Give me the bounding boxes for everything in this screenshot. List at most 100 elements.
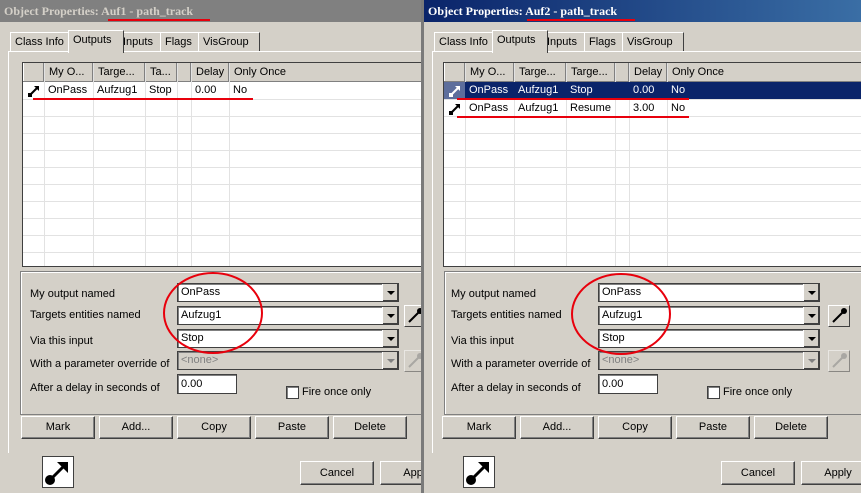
targets-label: Targets entities named (451, 309, 562, 321)
cancel-button[interactable]: Cancel (721, 461, 795, 485)
left-properties-window: Object Properties: Auf1 - path_track Cla… (0, 0, 421, 493)
annotation-underline (108, 19, 210, 21)
cell-target: Aufzug1 (97, 84, 138, 96)
window-title: Object Properties: Auf2 - path_track (424, 0, 861, 22)
annotation-underline (457, 98, 689, 100)
header-input[interactable]: Targe... (566, 63, 615, 81)
add-button[interactable]: Add... (520, 416, 594, 439)
header-input[interactable]: Ta... (145, 63, 177, 81)
delay-value: 0.00 (602, 378, 624, 390)
tab-outputs[interactable]: Outputs (68, 30, 124, 53)
fire-once-checkbox[interactable] (707, 386, 720, 399)
output-arrow-icon (463, 456, 495, 488)
chevron-down-icon (382, 352, 398, 369)
cell-only-once: No (667, 82, 861, 99)
cell-target: Aufzug1 (518, 102, 559, 114)
chevron-down-icon[interactable] (382, 330, 398, 347)
list-header: My O... Targe... Ta... Delay Only Once (23, 63, 421, 82)
parameter-label: With a parameter override of (451, 358, 591, 370)
delay-label: After a delay in seconds of (451, 382, 581, 394)
copy-button[interactable]: Copy (177, 416, 251, 439)
outputs-list[interactable]: My O... Targe... Ta... Delay Only Once O… (22, 62, 421, 267)
header-icon-column[interactable] (444, 63, 465, 81)
tab-class-info[interactable]: Class Info (434, 32, 500, 52)
cell-delay: 0.00 (629, 82, 667, 99)
output-arrow-icon (23, 82, 44, 99)
chevron-down-icon[interactable] (382, 307, 398, 324)
cell-input: Resume (570, 102, 611, 114)
chevron-down-icon[interactable] (382, 284, 398, 301)
mark-button[interactable]: Mark (442, 416, 516, 439)
fire-once-label: Fire once only (302, 386, 372, 398)
eyedropper-icon[interactable] (828, 305, 850, 327)
header-only-once[interactable]: Only Once (667, 63, 861, 81)
tab-visgroup[interactable]: VisGroup (198, 32, 260, 52)
eyedropper-icon (828, 350, 850, 372)
mark-button[interactable]: Mark (21, 416, 95, 439)
cell-parameter (615, 82, 629, 99)
add-button[interactable]: Add... (99, 416, 173, 439)
delay-input[interactable]: 0.00 (177, 374, 237, 394)
cell-only-once: No (671, 102, 686, 114)
chevron-down-icon[interactable] (803, 330, 819, 347)
header-my-output[interactable]: My O... (465, 63, 514, 81)
table-row[interactable]: OnPass Aufzug1 Stop 0.00 No (444, 82, 861, 99)
output-arrow-icon (42, 456, 74, 488)
right-properties-window: Object Properties: Auf2 - path_track Cla… (424, 0, 861, 493)
cell-delay: 0.00 (195, 84, 217, 96)
apply-button[interactable]: Apply (801, 461, 861, 485)
annotation-circle (163, 272, 263, 354)
delay-label: After a delay in seconds of (30, 382, 160, 394)
header-delay[interactable]: Delay (191, 63, 229, 81)
cell-delay: 3.00 (633, 102, 655, 114)
header-delay[interactable]: Delay (629, 63, 667, 81)
window-title: Object Properties: Auf1 - path_track (0, 0, 421, 22)
eyedropper-icon[interactable] (404, 305, 421, 327)
fire-once-checkbox[interactable] (286, 386, 299, 399)
annotation-circle (571, 273, 671, 355)
delete-button[interactable]: Delete (333, 416, 407, 439)
header-parameter[interactable] (177, 63, 191, 81)
table-row[interactable]: OnPass Aufzug1 Stop 0.00 No (23, 82, 421, 99)
paste-button[interactable]: Paste (255, 416, 329, 439)
header-icon-column[interactable] (23, 63, 44, 81)
chevron-down-icon[interactable] (803, 307, 819, 324)
header-target[interactable]: Targe... (514, 63, 566, 81)
parameter-value: <none> (181, 354, 219, 366)
chevron-down-icon[interactable] (803, 284, 819, 301)
eyedropper-icon (404, 350, 421, 372)
output-label: My output named (30, 288, 115, 300)
input-label: Via this input (30, 335, 93, 347)
list-header: My O... Targe... Targe... Delay Only Onc… (444, 63, 861, 82)
delay-input[interactable]: 0.00 (598, 374, 658, 394)
annotation-underline (527, 19, 635, 21)
header-target[interactable]: Targe... (93, 63, 145, 81)
chevron-down-icon (803, 352, 819, 369)
annotation-underline (457, 116, 689, 118)
apply-button[interactable]: Apply (380, 461, 421, 485)
input-label: Via this input (451, 335, 514, 347)
paste-button[interactable]: Paste (676, 416, 750, 439)
cell-input: Stop (149, 84, 172, 96)
cell-target: Aufzug1 (514, 82, 566, 99)
cell-output: OnPass (48, 84, 88, 96)
table-row[interactable]: OnPass Aufzug1 Resume 3.00 No (444, 100, 861, 117)
tab-visgroup[interactable]: VisGroup (622, 32, 684, 52)
tab-class-info[interactable]: Class Info (10, 32, 76, 52)
tab-inputs[interactable]: Inputs (118, 32, 166, 52)
delay-value: 0.00 (181, 378, 203, 390)
output-arrow-icon (444, 100, 465, 117)
cell-only-once: No (233, 84, 248, 96)
output-arrow-icon (444, 82, 465, 99)
outputs-list[interactable]: My O... Targe... Targe... Delay Only Onc… (443, 62, 861, 267)
cancel-button[interactable]: Cancel (300, 461, 374, 485)
cell-output: OnPass (465, 82, 514, 99)
header-my-output[interactable]: My O... (44, 63, 93, 81)
tab-inputs[interactable]: Inputs (542, 32, 590, 52)
output-label: My output named (451, 288, 536, 300)
delete-button[interactable]: Delete (754, 416, 828, 439)
tab-outputs[interactable]: Outputs (492, 30, 548, 53)
header-parameter[interactable] (615, 63, 629, 81)
header-only-once[interactable]: Only Once (229, 63, 421, 81)
copy-button[interactable]: Copy (598, 416, 672, 439)
